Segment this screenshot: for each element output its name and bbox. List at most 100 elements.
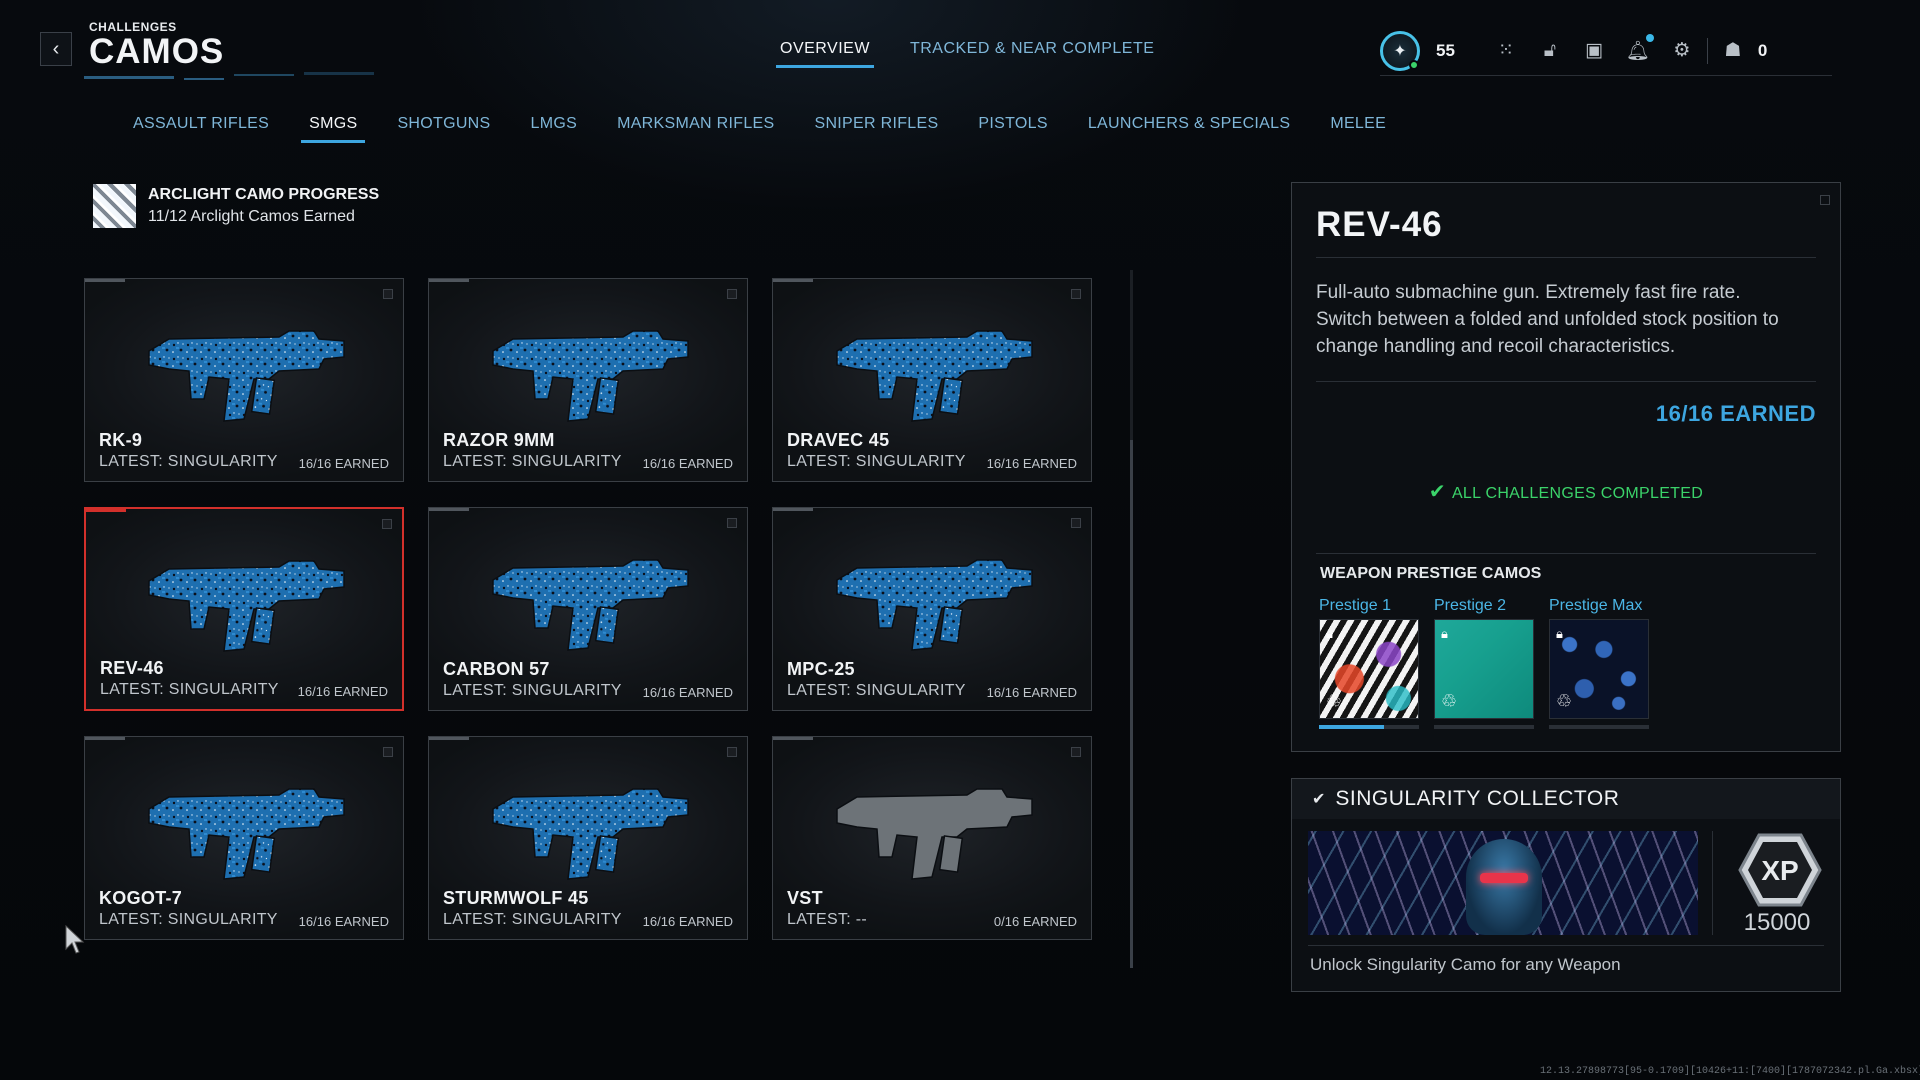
card-top-marker <box>429 508 469 511</box>
card-top-marker <box>773 737 813 740</box>
chevron-left-icon: ‹ <box>52 37 60 60</box>
weapon-latest-camo: LATEST: -- <box>787 911 868 928</box>
player-level-badge[interactable]: ✦ <box>1380 30 1420 71</box>
barracks-icon[interactable]: ▣ <box>1583 40 1605 62</box>
weapon-image <box>836 559 1033 651</box>
weapon-card-razor-9mm[interactable]: RAZOR 9MM LATEST: SINGULARITY 16/16 EARNED <box>428 278 748 482</box>
prestige-cycle-icon: ♲ <box>1326 691 1343 711</box>
weapon-card-rev-46[interactable]: REV-46 LATEST: SINGULARITY 16/16 EARNED <box>84 507 404 711</box>
weapon-detail-panel: REV-46 Full-auto submachine gun. Extreme… <box>1291 182 1841 752</box>
challenges-complete-status: ✔ ALL CHALLENGES COMPLETED <box>1292 479 1840 504</box>
prestige-progress-bar <box>1319 725 1419 729</box>
weapon-card-mpc-25[interactable]: MPC-25 LATEST: SINGULARITY 16/16 EARNED <box>772 507 1092 711</box>
weapon-name: DRAVEC 45 <box>787 430 890 450</box>
prestige-camos-row: Prestige 1 🔒︎ ♲ Prestige 2 🔒︎ ♲ Prestige Max 🔒︎… <box>1319 597 1649 729</box>
top-tabs: OVERVIEW TRACKED & NEAR COMPLETE <box>776 40 1154 68</box>
prestige-cycle-icon: ♲ <box>1441 691 1458 711</box>
category-tab-melee[interactable]: MELEE <box>1330 115 1386 143</box>
online-status-dot <box>1409 59 1419 70</box>
status-bar: ✦ 55 ⁙ 🔓︎ ▣ 🔔︎ ⚙ ☗ 0 <box>1380 26 1832 76</box>
divider <box>1316 257 1816 258</box>
xp-badge-icon: XP <box>1738 833 1822 907</box>
card-corner-icon <box>1071 747 1081 757</box>
weapon-image <box>148 788 345 880</box>
singularity-collector-panel[interactable]: ✔ SINGULARITY COLLECTOR XP 15000 Unlock … <box>1291 778 1841 992</box>
party-icon[interactable]: ☗ <box>1722 40 1744 62</box>
category-tab-lmgs[interactable]: LMGS <box>531 115 578 143</box>
prestige-camo-swatch: 🔒︎ ♲ <box>1434 619 1534 719</box>
arclight-subtitle: 11/12 Arclight Camos Earned <box>148 208 355 225</box>
divider <box>1316 553 1816 554</box>
lock-icon: 🔒︎ <box>1556 626 1563 641</box>
notification-dot <box>1645 33 1654 42</box>
card-top-marker <box>86 509 126 512</box>
tab-tracked-near-complete[interactable]: TRACKED & NEAR COMPLETE <box>910 40 1154 68</box>
arclight-title: ARCLIGHT CAMO PROGRESS <box>148 186 380 203</box>
weapon-name: RAZOR 9MM <box>443 430 555 450</box>
category-tab-assault-rifles[interactable]: ASSAULT RIFLES <box>133 115 269 143</box>
weapon-earned: 0/16 EARNED <box>993 914 1077 929</box>
gear-icon[interactable]: ⚙ <box>1671 40 1693 62</box>
card-top-marker <box>85 737 125 740</box>
weapon-card-kogot-7[interactable]: KOGOT-7 LATEST: SINGULARITY 16/16 EARNED <box>84 736 404 940</box>
weapon-earned: 16/16 EARNED <box>297 684 388 699</box>
card-corner-icon <box>1071 518 1081 528</box>
prestige-progress-bar <box>1549 725 1649 729</box>
weapon-grid: RK-9 LATEST: SINGULARITY 16/16 EARNED RAZOR… <box>84 278 1092 940</box>
panel-corner-icon <box>1820 195 1830 205</box>
unlock-icon[interactable]: 🔓︎ <box>1539 40 1561 62</box>
category-tab-shotguns[interactable]: SHOTGUNS <box>397 115 490 143</box>
checkmark-icon: ✔ <box>1428 481 1446 503</box>
weapon-card-dravec-45[interactable]: DRAVEC 45 LATEST: SINGULARITY 16/16 EARNED <box>772 278 1092 482</box>
notification-bell-icon[interactable]: 🔔︎ <box>1626 33 1654 62</box>
divider <box>1706 37 1708 64</box>
prestige-camo-2[interactable]: Prestige 2 🔒︎ ♲ <box>1434 597 1534 729</box>
emblem-icon: ✦ <box>1393 42 1407 60</box>
collector-title: SINGULARITY COLLECTOR <box>1335 787 1620 810</box>
weapon-name: CARBON 57 <box>443 659 550 679</box>
prestige-cycle-icon: ♲ <box>1556 691 1573 711</box>
weapon-name: VST <box>787 888 823 908</box>
weapon-earned: 16/16 EARNED <box>642 914 733 929</box>
lock-icon: 🔒︎ <box>1441 626 1448 641</box>
prestige-progress-fill <box>1319 725 1384 729</box>
weapon-card-vst[interactable]: VST LATEST: -- 0/16 EARNED <box>772 736 1092 940</box>
card-corner-icon <box>727 747 737 757</box>
weapon-image <box>148 560 345 652</box>
weapon-image <box>492 330 689 422</box>
weapon-earned: 16/16 EARNED <box>298 456 389 471</box>
category-tab-pistols[interactable]: PISTOLS <box>978 115 1047 143</box>
tab-overview[interactable]: OVERVIEW <box>776 40 874 68</box>
prestige-camo-1[interactable]: Prestige 1 🔒︎ ♲ <box>1319 597 1419 729</box>
card-corner-icon <box>727 289 737 299</box>
card-corner-icon <box>383 289 393 299</box>
weapon-latest-camo: LATEST: SINGULARITY <box>100 681 279 698</box>
category-tab-launchers-specials[interactable]: LAUNCHERS & SPECIALS <box>1088 115 1291 143</box>
collector-header: ✔ SINGULARITY COLLECTOR <box>1292 779 1840 819</box>
weapon-earned: 16/16 EARNED <box>986 456 1077 471</box>
category-tab-smgs[interactable]: SMGS <box>301 115 366 143</box>
weapon-card-rk-9[interactable]: RK-9 LATEST: SINGULARITY 16/16 EARNED <box>84 278 404 482</box>
category-tab-sniper-rifles[interactable]: SNIPER RIFLES <box>814 115 938 143</box>
collector-description: Unlock Singularity Camo for any Weapon <box>1310 955 1621 974</box>
weapon-latest-camo: LATEST: SINGULARITY <box>787 682 966 699</box>
card-top-marker <box>85 279 125 282</box>
scrollbar-thumb[interactable] <box>1130 440 1133 968</box>
weapon-latest-camo: LATEST: SINGULARITY <box>99 911 278 928</box>
weapon-name: STURMWOLF 45 <box>443 888 589 908</box>
back-button[interactable]: ‹ <box>40 32 72 66</box>
collector-reward-banner <box>1308 831 1698 935</box>
weapon-latest-camo: LATEST: SINGULARITY <box>787 453 966 470</box>
weapon-name: RK-9 <box>99 430 143 450</box>
grid-menu-icon[interactable]: ⁙ <box>1495 40 1517 62</box>
party-count: 0 <box>1757 40 1768 60</box>
weapon-earned: 16/16 EARNED <box>986 685 1077 700</box>
weapon-card-sturmwolf-45[interactable]: STURMWOLF 45 LATEST: SINGULARITY 16/16 EAR… <box>428 736 748 940</box>
weapon-card-carbon-57[interactable]: CARBON 57 LATEST: SINGULARITY 16/16 EARNED <box>428 507 748 711</box>
card-corner-icon <box>727 518 737 528</box>
prestige-camo-3[interactable]: Prestige Max 🔒︎ ♲ <box>1549 597 1649 729</box>
card-corner-icon <box>382 519 392 529</box>
card-top-marker <box>773 279 813 282</box>
arclight-progress: ARCLIGHT CAMO PROGRESS 11/12 Arclight Ca… <box>93 184 379 228</box>
category-tab-marksman-rifles[interactable]: MARKSMAN RIFLES <box>617 115 774 143</box>
